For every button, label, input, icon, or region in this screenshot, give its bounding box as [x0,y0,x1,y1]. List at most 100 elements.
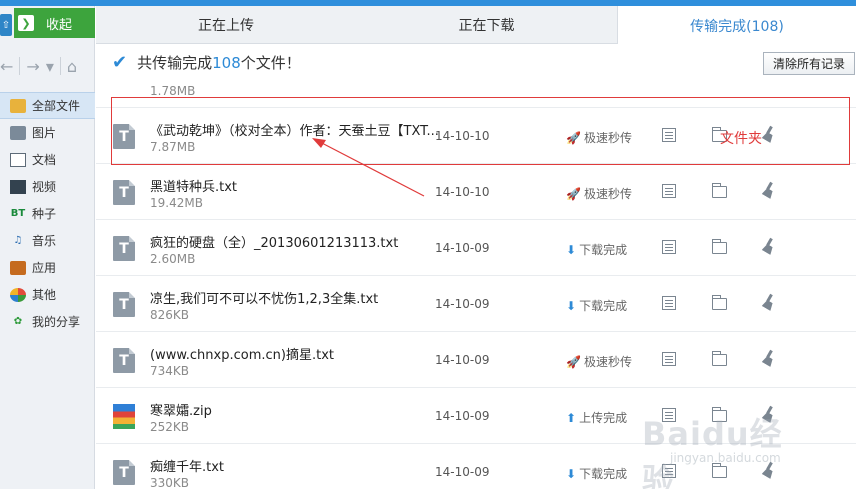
file-name[interactable]: 寒翠孀.zip [150,400,212,419]
collapse-button[interactable]: ❯ 收起 [14,8,95,38]
status-label: 下载完成 [579,467,628,481]
open-folder-icon[interactable] [712,295,727,310]
folder-icon [10,98,26,113]
status-label: 极速秒传 [583,355,632,369]
open-folder-icon[interactable] [712,351,727,366]
sidebar-item-label: 音乐 [32,234,57,248]
baidu-watermark: Baidu经验 jingyan.baidu.com [630,405,810,489]
tab-completed[interactable]: 传输完成(108) [617,6,856,45]
arrow-up-icon: ⬆ [566,410,577,425]
table-row[interactable]: T 疯狂的硬盘（全）_20130601213113.txt 2.60MB 14-10-… [96,220,856,276]
arrow-down-icon: ⬇ [566,466,577,481]
sidebar-item-apps[interactable]: 应用 [0,254,95,281]
file-name[interactable]: 凉生,我们可不可以不忧伤1,2,3全集.txt [150,288,378,307]
back-arrow-icon[interactable]: ← [0,57,13,76]
sidebar-item-other[interactable]: 其他 [0,281,95,308]
transfer-status: ⬆ 上传完成 [566,409,627,426]
sidebar-item-my-share[interactable]: ✿ 我的分享 [0,308,95,335]
sidebar-item-images[interactable]: 图片 [0,119,95,146]
file-date: 14-10-09 [435,297,490,311]
sidebar-item-music[interactable]: ♫ 音乐 [0,227,95,254]
home-icon[interactable]: ⌂ [67,57,77,76]
file-date: 14-10-10 [435,185,490,199]
sidebar-item-all-files[interactable]: 全部文件 [0,92,95,119]
table-row[interactable]: T 黑道特种兵.txt 19.42MB 14-10-10 🚀 极速秒传 [96,164,856,220]
sidebar-item-label: 全部文件 [32,99,81,113]
sidebar-item-label: 视频 [32,180,57,194]
file-size: 19.42MB [150,196,203,210]
summary-suffix: 个文件！ [240,53,301,72]
table-row[interactable]: T 凉生,我们可不可以不忧伤1,2,3全集.txt 826KB 14-10-09 ⬇ 下载… [96,276,856,332]
sidebar-item-label: 种子 [32,207,57,221]
table-row[interactable]: T (www.chnxp.com.cn)摘星.txt 734KB 14-10-09 🚀 极… [96,332,856,388]
file-date: 14-10-09 [435,465,490,479]
delete-record-icon[interactable] [762,350,776,366]
bt-icon: BT [10,208,26,219]
file-name[interactable]: (www.chnxp.com.cn)摘星.txt [150,344,334,363]
music-icon: ♫ [13,235,23,246]
upload-icon[interactable]: ⇧ [0,14,12,36]
transfer-status: ⬇ 下载完成 [566,241,627,258]
video-icon [10,179,26,194]
sidebar-item-label: 应用 [32,261,57,275]
file-size: 826KB [150,308,190,322]
document-icon [10,152,26,167]
open-folder-icon[interactable] [712,183,727,198]
other-icon [10,287,26,302]
sidebar-item-videos[interactable]: 视频 [0,173,95,200]
details-icon[interactable] [662,296,676,310]
delete-record-icon[interactable] [762,294,776,310]
delete-record-icon[interactable] [762,238,776,254]
text-file-icon: T [113,180,135,205]
annotation-label: 文件夹 [720,131,762,147]
nav-separator [19,57,21,75]
file-date: 14-10-09 [435,241,490,255]
status-label: 上传完成 [579,411,628,425]
file-name[interactable]: 痴缠千年.txt [150,456,224,475]
file-date: 14-10-09 [435,409,490,423]
history-dropdown-icon[interactable]: ▾ [46,57,54,76]
file-size: 330KB [150,476,190,489]
text-file-icon: T [113,348,135,373]
zip-file-icon [113,404,135,429]
status-label: 极速秒传 [583,187,632,201]
app-icon [10,260,26,275]
watermark-sub: jingyan.baidu.com [670,451,781,465]
sidebar-item-documents[interactable]: 文档 [0,146,95,173]
text-file-icon: T [113,292,135,317]
summary-bar: ✔ 共传输完成108个文件！ [96,44,856,80]
status-label: 下载完成 [579,243,628,257]
tab-uploading[interactable]: 正在上传 [96,6,356,43]
summary-prefix: 共传输完成 [137,53,213,72]
check-icon: ✔ [112,51,128,73]
clear-all-records-button[interactable]: 清除所有记录 [763,52,855,75]
details-icon[interactable] [662,240,676,254]
nav-bar: ← → ▾ ⌂ [0,50,95,82]
file-size: 734KB [150,364,190,378]
forward-arrow-icon[interactable]: → [26,57,39,76]
file-name[interactable]: 黑道特种兵.txt [150,176,237,195]
sidebar-item-label: 图片 [32,126,57,140]
text-file-icon: T [113,460,135,485]
arrow-down-icon: ⬇ [566,242,577,257]
tab-downloading[interactable]: 正在下载 [356,6,617,43]
text-file-icon: T [113,236,135,261]
details-icon[interactable] [662,352,676,366]
transfer-status: ⬇ 下载完成 [566,465,627,482]
file-size: 1.78MB [150,84,196,98]
watermark-main: Baidu经验 [642,415,783,489]
file-date: 14-10-09 [435,353,490,367]
summary-text: 共传输完成108个文件！ [137,52,301,73]
sidebar-item-torrents[interactable]: BT 种子 [0,200,95,227]
rocket-icon: 🚀 [566,186,581,201]
file-size: 252KB [150,420,190,434]
delete-record-icon[interactable] [762,182,776,198]
nav-separator [59,57,61,75]
rocket-icon: 🚀 [566,354,581,369]
sidebar: ⇧ ❯ 收起 ← → ▾ ⌂ 全部文件 图片 文档 视频 BT 种子 ♫ 音乐 … [0,6,95,489]
image-icon [10,125,26,140]
file-name[interactable]: 疯狂的硬盘（全）_20130601213113.txt [150,232,398,251]
file-size: 2.60MB [150,252,196,266]
details-icon[interactable] [662,184,676,198]
open-folder-icon[interactable] [712,239,727,254]
